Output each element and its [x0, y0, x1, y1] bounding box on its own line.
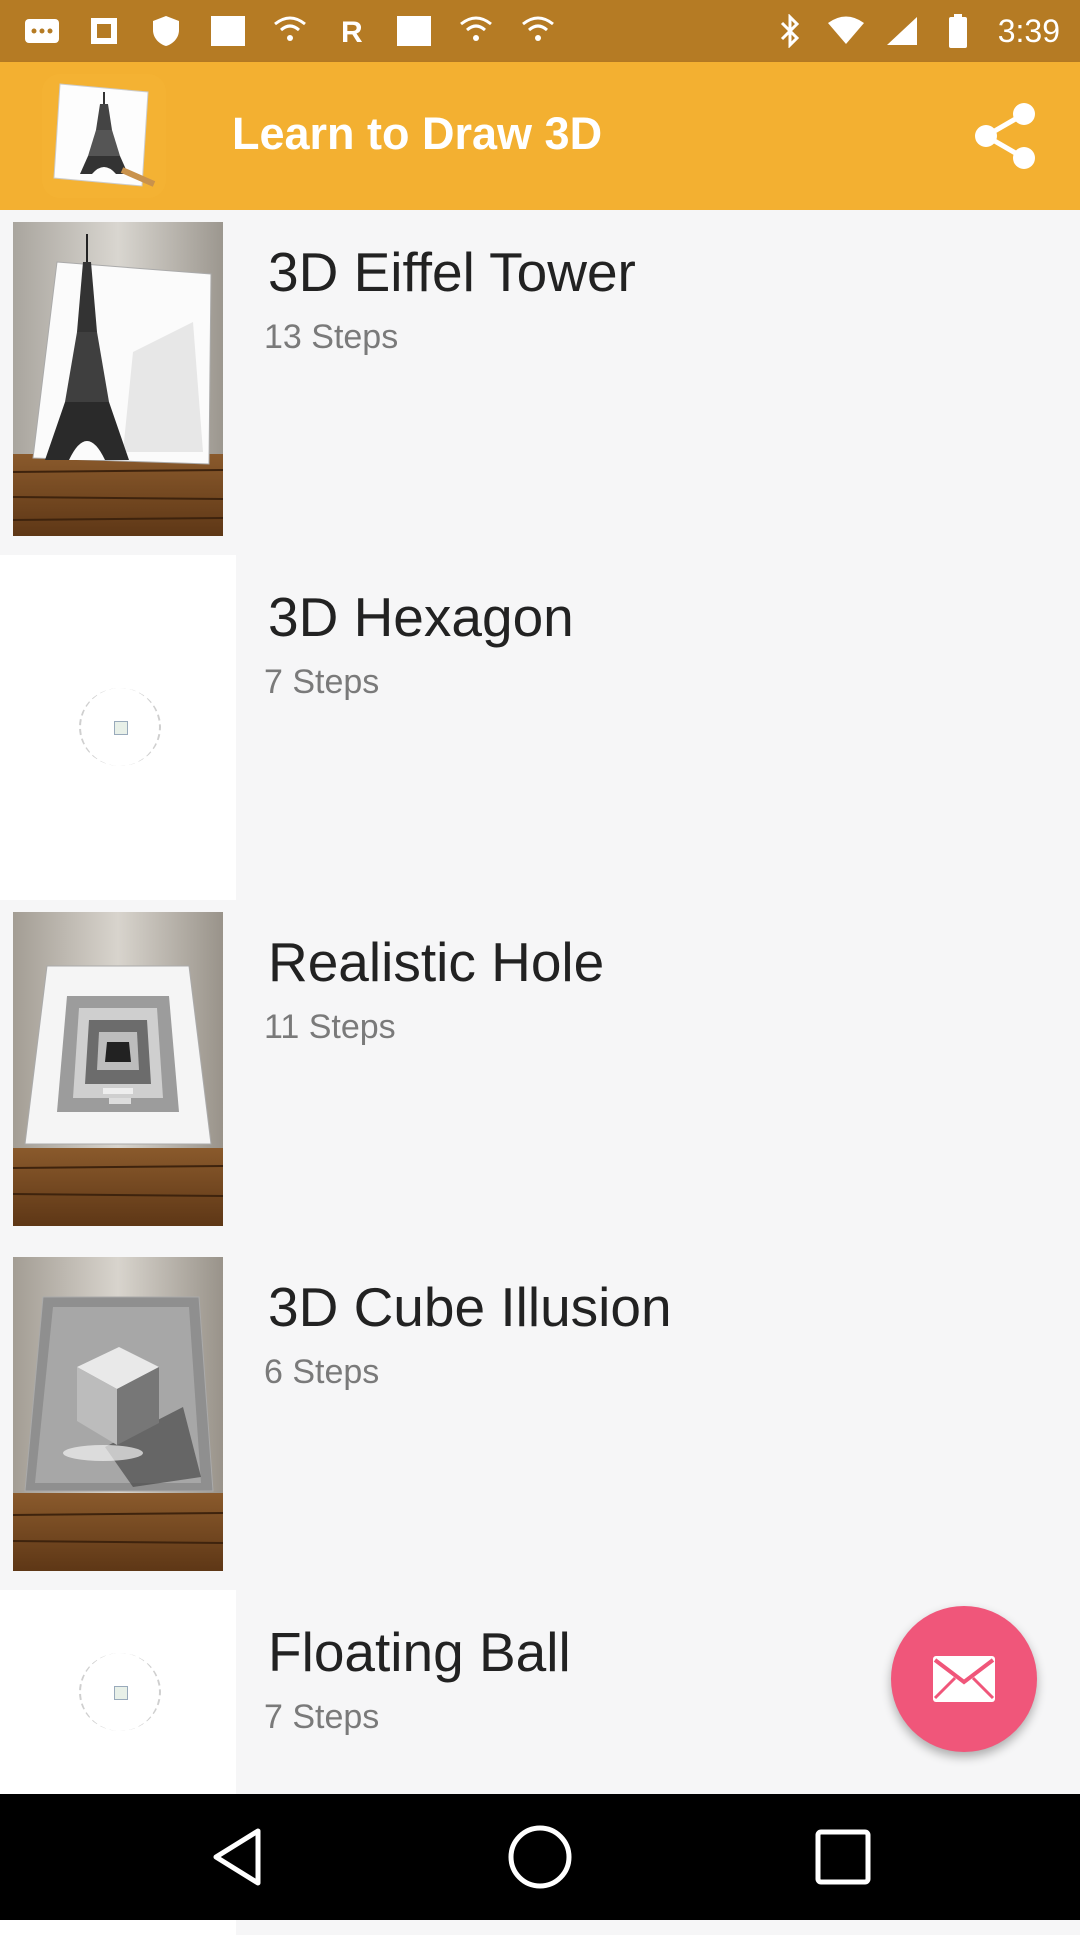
item-title: 3D Hexagon: [268, 586, 574, 648]
status-bar: R 3:39: [0, 0, 1080, 62]
battery-icon: [938, 11, 978, 51]
status-time: 3:39: [997, 12, 1060, 49]
wifi-icon: [826, 11, 866, 51]
home-button[interactable]: [507, 1824, 573, 1890]
item-steps: 7 Steps: [264, 663, 380, 701]
mail-icon: [933, 1656, 995, 1702]
back-icon: [213, 1828, 261, 1886]
app-logo-icon: [42, 74, 166, 198]
broken-image-icon: [79, 1653, 161, 1731]
list-item[interactable]: 3D Hexagon 7 Steps: [0, 555, 1080, 903]
wifi-icon: [456, 11, 496, 51]
item-title: 3D Eiffel Tower: [268, 241, 636, 303]
broken-image-icon: [79, 688, 161, 766]
cube-thumbnail: [13, 1257, 223, 1571]
shield-icon: [146, 11, 186, 51]
list-item[interactable]: Realistic Hole 11 Steps: [0, 900, 1080, 1248]
item-title: Realistic Hole: [268, 931, 605, 993]
square-icon: [394, 11, 434, 51]
hole-thumbnail: [13, 912, 223, 1226]
wifi-icon: [518, 11, 558, 51]
bluetooth-icon: [770, 11, 810, 51]
app-title: Learn to Draw 3D: [232, 108, 603, 159]
item-steps: 6 Steps: [264, 1353, 380, 1391]
signal-icon: [882, 11, 922, 51]
item-steps: 7 Steps: [264, 1698, 380, 1736]
recents-button[interactable]: [810, 1824, 876, 1890]
home-icon: [508, 1825, 572, 1889]
item-title: Floating Ball: [268, 1621, 571, 1683]
r-icon: R: [332, 11, 372, 51]
share-icon: [975, 103, 1035, 169]
square-icon: [208, 11, 248, 51]
svg-text:R: R: [341, 16, 363, 47]
mail-fab-button[interactable]: [891, 1606, 1037, 1752]
list-item[interactable]: 3D Eiffel Tower 13 Steps: [0, 210, 1080, 558]
eiffel-thumbnail: [13, 222, 223, 536]
wifi-icon: [270, 11, 310, 51]
notification-icons: R: [22, 8, 558, 54]
back-button[interactable]: [204, 1824, 270, 1890]
share-button[interactable]: [968, 98, 1044, 174]
list-item[interactable]: 3D Cube Illusion 6 Steps: [0, 1245, 1080, 1593]
item-title: 3D Cube Illusion: [268, 1276, 672, 1338]
item-steps: 11 Steps: [264, 1008, 396, 1046]
more-icon: [22, 11, 62, 51]
hexagon-thumbnail: [0, 555, 236, 900]
item-steps: 13 Steps: [264, 318, 399, 356]
app-bar: Learn to Draw 3D: [0, 62, 1080, 210]
navigation-bar: [0, 1794, 1080, 1920]
image-icon: [84, 11, 124, 51]
system-icons: 3:39: [770, 8, 1060, 54]
recents-icon: [815, 1829, 871, 1885]
